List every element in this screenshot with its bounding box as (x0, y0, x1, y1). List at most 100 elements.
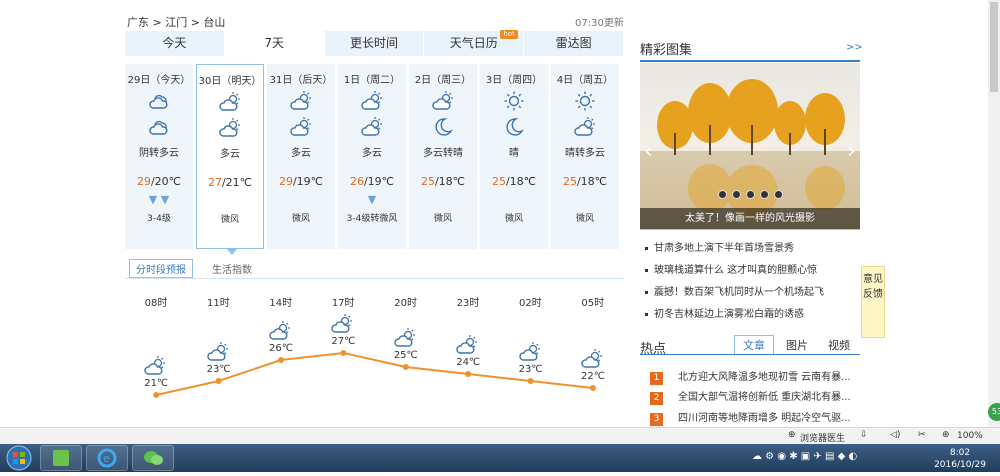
wind-arrow-icon (551, 193, 619, 207)
seven-day-forecast: 29日（今天） 阴转多云 29/20℃ ▼ ▼ 3-4级 30日（明天） 多云 27/21℃ 微… (125, 64, 624, 249)
day-wind: 微风 (504, 214, 523, 224)
sun-cloud-icon (206, 341, 231, 361)
day-date: 2日（周三） (414, 75, 472, 86)
download-icon[interactable]: ⇩ (860, 430, 868, 440)
news-item[interactable]: 甘肃多地上演下半年首场雪景秀 (645, 239, 794, 254)
temp-point (215, 378, 222, 384)
hourly-forecast-tab[interactable]: 分时段预报 (129, 259, 193, 278)
hour-label: 14时 (269, 298, 293, 309)
prev-arrow-icon: ‹ (644, 139, 653, 164)
tab-radar[interactable]: 雷达图 (524, 31, 624, 56)
day-weather-desc: 多云 (291, 148, 311, 159)
hour-temp: 23℃ (518, 364, 543, 375)
zoom-icon[interactable]: ⊕ (942, 430, 950, 440)
sun-cloud-icon (456, 334, 480, 354)
day-date: 29日（今天） (127, 75, 191, 86)
sun-cloud-icon (551, 116, 619, 138)
hour-label: 17时 (331, 298, 355, 309)
temp-point (278, 357, 284, 363)
windows-taskbar: e ☁ ⚙ ◉ ✱ ▣ ✈ ▤ ◆ ◐ (0, 444, 1000, 472)
tab-calendar[interactable]: 天气日历 hot (424, 30, 525, 56)
hour-temp: 26℃ (269, 343, 293, 354)
hour-label: 11时 (207, 298, 230, 309)
tab-longer[interactable]: 更长时间 (324, 31, 425, 56)
hour-temp: 21℃ (144, 378, 169, 389)
day-temperature: 29/20℃ (136, 175, 182, 188)
start-button[interactable] (2, 444, 36, 472)
tab-7days[interactable]: 7天 (224, 31, 325, 56)
day-wind: 3-4级转微风 (346, 214, 398, 224)
wind-arrow-icon: ▼ (367, 193, 377, 206)
news-item[interactable]: 震撼！数百架飞机同时从一个机场起飞 (645, 283, 824, 298)
hour-temp: 27℃ (331, 336, 356, 347)
hot-item[interactable]: 3 四川河南等地降雨增多 明起冷空气驱... (650, 409, 851, 426)
day-temperature: 25/18℃ (491, 175, 537, 188)
ie-icon: e (97, 448, 117, 468)
side-float-badge[interactable]: 53 (988, 403, 1000, 421)
day-card[interactable]: 31日（后天） 多云 29/19℃ 微风 (267, 64, 335, 249)
selected-day-caret (227, 249, 237, 255)
carousel-dot[interactable] (760, 190, 769, 199)
carousel-dots (718, 190, 783, 199)
day-card[interactable]: 2日（周三） 多云转晴 25/18℃ 微风 (409, 64, 477, 249)
taskbar-app-green[interactable] (40, 445, 82, 471)
sun-cloud-icon (144, 355, 168, 375)
sun-cloud-icon (581, 348, 605, 368)
temp-point (465, 371, 472, 377)
life-index-tab[interactable]: 生活指数 (212, 261, 252, 276)
browser-doctor-label[interactable]: 浏览器医生 (800, 431, 845, 444)
carousel-dot[interactable] (774, 190, 783, 199)
gallery-caption[interactable]: 太美了！像画一样的风光摄影 (640, 208, 860, 229)
carousel-dot[interactable] (746, 190, 755, 199)
news-item[interactable]: 初冬吉林延边上演雾凇白霜的诱惑 (645, 305, 804, 320)
hot-tab-articles[interactable]: 文章 (734, 335, 774, 355)
day-card[interactable]: 4日（周五） 晴转多云 25/18℃ 微风 (551, 64, 619, 249)
day-temperature: 25/18℃ (562, 175, 608, 188)
taskbar-ie[interactable]: e (86, 445, 128, 471)
hot-tab-videos[interactable]: 视频 (828, 337, 850, 353)
news-item[interactable]: 玻璃栈道算什么 这才叫真的胆颤心惊 (645, 261, 817, 276)
hot-tab-images[interactable]: 图片 (786, 337, 808, 353)
windows-logo-icon (6, 445, 32, 471)
hourly-chart: 08时 21℃ 11时 23℃ 14时 26℃ 17时 27℃ 20时 25℃ 23时 24℃ 02时 2… (125, 294, 624, 414)
day-card[interactable]: 1日（周二） 多云 26/19℃ ▼ 3-4级转微风 (338, 64, 406, 249)
day-card[interactable]: 29日（今天） 阴转多云 29/20℃ ▼ ▼ 3-4级 (125, 64, 193, 249)
wind-arrow-icon (197, 194, 263, 208)
subtab-divider (125, 278, 624, 279)
tray-icons[interactable]: ☁ ⚙ ◉ ✱ ▣ ✈ ▤ ◆ ◐ (752, 451, 857, 462)
sun-cloud-icon (197, 91, 263, 113)
volume-icon[interactable]: ◁) (890, 430, 900, 440)
zoom-level[interactable]: 100% (957, 431, 983, 441)
day-wind: 微风 (433, 214, 452, 224)
day-date: 31日（后天） (269, 75, 333, 86)
day-weather-desc: 阴转多云 (139, 148, 179, 159)
breadcrumb[interactable]: 广东 > 江门 > 台山 (127, 14, 225, 30)
hot-item[interactable]: 1 北方迎大风降温多地现初雪 云南有暴... (650, 368, 851, 385)
carousel-dot[interactable] (718, 190, 727, 199)
day-temperature: 26/19℃ (349, 175, 395, 188)
browser-status-bar: ⊕ 浏览器医生 ⇩ ◁) ✂ ⊕ 100% (0, 427, 1000, 445)
screenshot-icon[interactable]: ✂ (918, 430, 926, 440)
sun-cloud-icon (269, 320, 293, 340)
sun-cloud-icon (518, 341, 543, 361)
carousel-dot[interactable] (732, 190, 741, 199)
hot-item[interactable]: 2 全国大部气温将创新低 重庆湖北有暴... (650, 388, 851, 405)
tab-today[interactable]: 今天 (125, 31, 225, 56)
moon-icon (409, 116, 477, 138)
wind-arrow-icon (480, 193, 548, 207)
feedback-button[interactable]: 意见反馈 (861, 266, 885, 338)
day-wind: 3-4级 (147, 214, 171, 224)
browser-doctor-icon[interactable]: ⊕ (788, 430, 796, 440)
day-card[interactable]: 30日（明天） 多云 27/21℃ 微风 (196, 64, 264, 249)
day-weather-desc: 多云 (220, 149, 240, 160)
gallery-photo[interactable]: ‹ › (640, 63, 860, 230)
day-card[interactable]: 3日（周四） 晴 25/18℃ 微风 (480, 64, 548, 249)
system-clock[interactable]: 8:02 2016/10/29 (930, 447, 990, 471)
hourly-temp-line (153, 350, 596, 398)
gallery-more-link[interactable]: >> (846, 42, 863, 53)
day-temperature: 27/21℃ (207, 176, 253, 189)
taskbar-wechat[interactable] (132, 445, 174, 471)
scrollbar-thumb[interactable] (990, 2, 998, 92)
sun-cloud-icon (331, 313, 355, 333)
day-date: 1日（周二） (343, 75, 401, 86)
